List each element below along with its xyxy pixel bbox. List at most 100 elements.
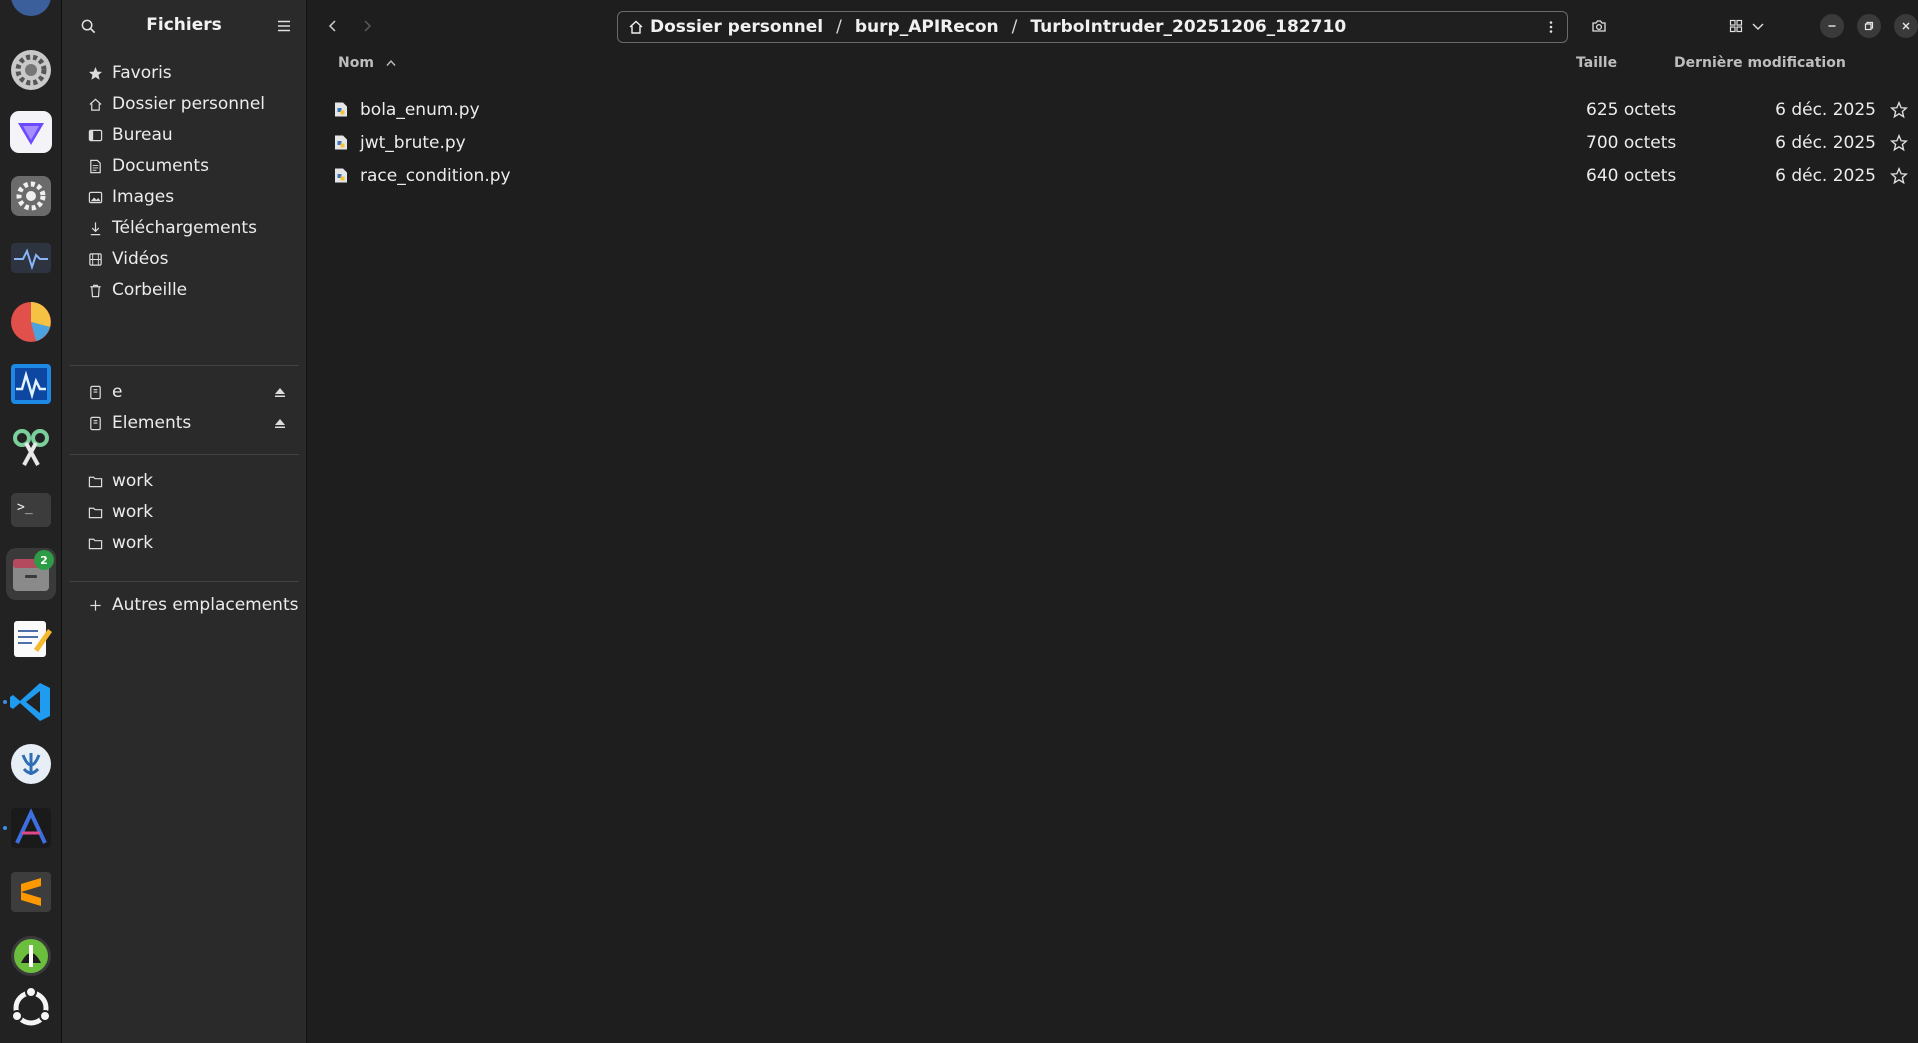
sidebar-item-label: Autres emplacements — [112, 595, 299, 615]
sidebar-item-label: Dossier personnel — [112, 94, 266, 114]
notepad-pencil-icon — [14, 621, 52, 657]
sidebar-item-trash[interactable]: Corbeille — [70, 273, 299, 307]
close-button[interactable] — [1894, 14, 1918, 38]
sidebar: Fichiers Favoris Dossier personnel Burea… — [62, 0, 307, 1043]
file-modified: 6 déc. 2025 — [1775, 100, 1876, 120]
file-name: jwt_brute.py — [360, 133, 466, 153]
hamburger-icon — [278, 20, 290, 32]
waveform-icon — [11, 364, 51, 404]
dock-item-monitor-app[interactable] — [6, 358, 56, 410]
scissors-icon — [13, 429, 49, 466]
document-icon — [86, 157, 104, 175]
path-segment-current[interactable]: TurboIntruder_20251206_182710 — [1030, 17, 1346, 37]
dock-item-app-grid[interactable] — [6, 982, 56, 1034]
dock-item-sublime[interactable] — [6, 866, 56, 918]
sidebar-item-other-locations[interactable]: Autres emplacements — [70, 588, 299, 622]
sidebar-item-bookmark-work[interactable]: work — [70, 495, 299, 529]
file-size: 700 octets — [1586, 133, 1677, 153]
sidebar-item-label: e — [112, 382, 123, 402]
sidebar-item-device-e[interactable]: e — [70, 375, 299, 409]
file-row[interactable]: race_condition.py 640 octets 6 déc. 2025 — [324, 159, 1908, 192]
restore-button[interactable] — [1857, 14, 1881, 38]
running-indicator — [3, 826, 7, 830]
drive-icon — [86, 414, 104, 432]
gear-icon — [11, 50, 51, 90]
home-icon — [86, 95, 104, 113]
forward-button[interactable] — [353, 12, 381, 40]
column-header-size[interactable]: Taille — [1576, 55, 1617, 71]
browser-icon — [11, 0, 51, 16]
sidebar-item-documents[interactable]: Documents — [70, 149, 299, 183]
sidebar-separator — [70, 365, 299, 366]
file-row[interactable]: bola_enum.py 625 octets 6 déc. 2025 — [324, 93, 1908, 126]
dock-item-files[interactable]: 2 — [6, 548, 56, 600]
eject-icon[interactable] — [273, 416, 287, 430]
desktop-icon — [86, 126, 104, 144]
dock-item-system-monitor[interactable] — [6, 232, 56, 284]
pie-chart-icon — [11, 302, 51, 342]
view-options-button[interactable] — [1748, 12, 1768, 40]
minimize-button[interactable] — [1820, 14, 1844, 38]
eject-icon[interactable] — [273, 385, 287, 399]
column-header-label: Nom — [338, 55, 374, 71]
star-outline-icon[interactable] — [1890, 101, 1908, 119]
back-button[interactable] — [319, 12, 347, 40]
sidebar-item-bookmark-work[interactable]: work — [70, 526, 299, 560]
dock-item-vscode[interactable] — [3, 676, 56, 728]
sidebar-item-label: Favoris — [112, 63, 172, 83]
path-bar[interactable]: Dossier personnel / burp_APIRecon / Turb… — [617, 11, 1568, 43]
file-modified: 6 déc. 2025 — [1775, 166, 1876, 186]
grid-icon — [1729, 19, 1743, 33]
files-badge: 2 — [34, 550, 54, 570]
trash-icon — [86, 281, 104, 299]
dock-item-arduino[interactable] — [3, 802, 56, 854]
star-icon — [86, 64, 104, 82]
sidebar-item-videos[interactable]: Vidéos — [70, 242, 299, 276]
sidebar-item-device-elements[interactable]: Elements — [70, 406, 299, 440]
vscode-icon — [10, 683, 50, 721]
svg-text:>_: >_ — [17, 500, 33, 515]
drive-icon — [86, 383, 104, 401]
sidebar-item-desktop[interactable]: Bureau — [70, 118, 299, 152]
dock-item-browser[interactable] — [6, 0, 56, 22]
dock-item-screenshot-tool[interactable] — [6, 422, 56, 474]
column-header-name[interactable]: Nom — [338, 55, 397, 71]
plus-icon — [86, 596, 104, 614]
path-segment-parent[interactable]: burp_APIRecon — [855, 17, 999, 37]
dock-item-proton-vpn[interactable] — [6, 106, 56, 158]
dock-item-disk-usage[interactable] — [6, 296, 56, 348]
anchor-circle-icon — [11, 744, 51, 784]
dock-item-text-editor[interactable] — [6, 612, 56, 664]
download-icon — [86, 219, 104, 237]
dock-item-virtualbox[interactable] — [6, 738, 56, 790]
dock-item-settings-b[interactable] — [6, 170, 56, 222]
main-menu-button[interactable] — [272, 14, 296, 38]
sidebar-item-downloads[interactable]: Téléchargements — [70, 211, 299, 245]
sidebar-item-label: Elements — [112, 413, 192, 433]
file-row[interactable]: jwt_brute.py 700 octets 6 déc. 2025 — [324, 126, 1908, 159]
column-header-modified[interactable]: Dernière modification — [1674, 55, 1846, 71]
sidebar-item-home[interactable]: Dossier personnel — [70, 87, 299, 121]
dock-item-settings-a[interactable] — [6, 44, 56, 96]
path-segment-home[interactable]: Dossier personnel — [650, 17, 823, 37]
sidebar-separator — [70, 581, 299, 582]
sidebar-item-bookmark-work[interactable]: work — [70, 464, 299, 498]
sublime-s-icon — [11, 872, 51, 912]
sidebar-header: Fichiers — [62, 0, 306, 52]
star-outline-icon[interactable] — [1890, 167, 1908, 185]
chevron-right-icon — [364, 20, 372, 32]
video-icon — [86, 250, 104, 268]
view-grid-button[interactable] — [1722, 12, 1750, 40]
vertical-dots-icon[interactable] — [1543, 19, 1559, 35]
python-file-icon — [335, 102, 347, 117]
sidebar-item-images[interactable]: Images — [70, 180, 299, 214]
sidebar-item-label: Corbeille — [112, 280, 188, 300]
search-in-folder-button[interactable] — [1585, 12, 1613, 40]
sidebar-item-label: work — [112, 502, 154, 522]
star-outline-icon[interactable] — [1890, 134, 1908, 152]
dock-item-kali-tool[interactable] — [6, 930, 56, 982]
dock-item-terminal[interactable]: >_ — [6, 484, 56, 536]
running-indicator — [3, 700, 7, 704]
sidebar-item-favoris[interactable]: Favoris — [70, 56, 299, 90]
folder-icon — [86, 534, 104, 552]
